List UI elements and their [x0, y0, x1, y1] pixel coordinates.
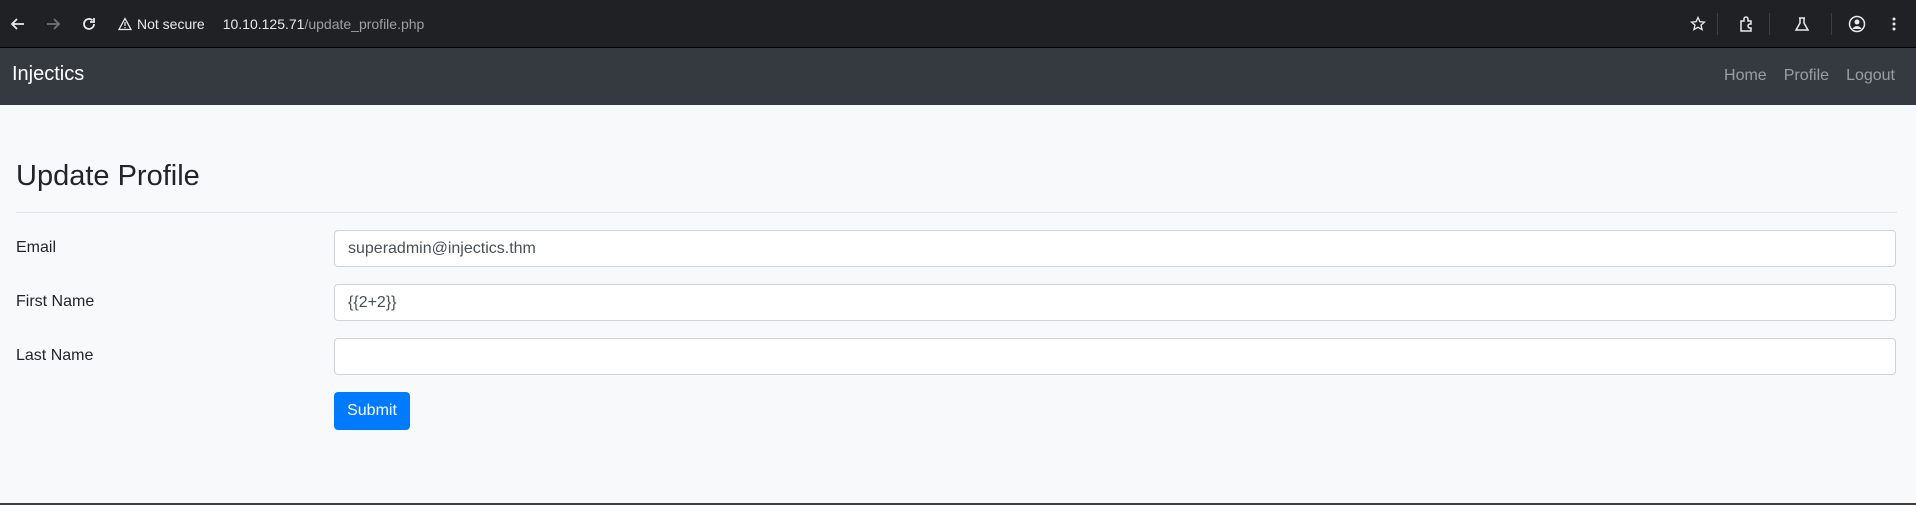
browser-toolbar: Not secure 10.10.125.71/update_profile.p…: [0, 0, 1916, 48]
url-host: 10.10.125.71: [222, 16, 305, 32]
back-icon[interactable]: [6, 12, 30, 36]
security-label: Not secure: [137, 16, 205, 32]
warning-icon: [118, 17, 132, 31]
url-path: /update_profile.php: [304, 16, 425, 32]
last-name-label: Last Name: [16, 347, 94, 364]
extensions-icon[interactable]: [1735, 12, 1759, 36]
labs-flask-icon[interactable]: [1790, 12, 1814, 36]
email-field[interactable]: [334, 230, 1896, 267]
submit-button[interactable]: Submit: [334, 392, 410, 430]
nav-link-logout[interactable]: Logout: [1846, 67, 1895, 85]
site-navbar: Injectics Home Profile Logout: [0, 48, 1916, 105]
first-name-field[interactable]: [334, 284, 1896, 321]
navbar-brand[interactable]: Injectics: [12, 63, 84, 86]
forward-icon[interactable]: [41, 12, 65, 36]
page-title: Update Profile: [16, 160, 200, 192]
profile-avatar-icon[interactable]: [1845, 12, 1869, 36]
kebab-menu-icon[interactable]: [1882, 12, 1906, 36]
bookmark-star-icon[interactable]: [1686, 12, 1710, 36]
first-name-label: First Name: [16, 293, 95, 310]
not-secure-indicator[interactable]: Not secure: [118, 16, 205, 32]
nav-link-profile[interactable]: Profile: [1784, 67, 1829, 85]
title-divider: [16, 212, 1897, 213]
reload-icon[interactable]: [77, 12, 101, 36]
nav-link-home[interactable]: Home: [1724, 67, 1767, 85]
email-label: Email: [16, 239, 57, 256]
navbar-links: Home Profile Logout: [1724, 67, 1895, 85]
last-name-field[interactable]: [334, 338, 1896, 375]
address-bar[interactable]: Not secure 10.10.125.71/update_profile.p…: [118, 12, 424, 36]
